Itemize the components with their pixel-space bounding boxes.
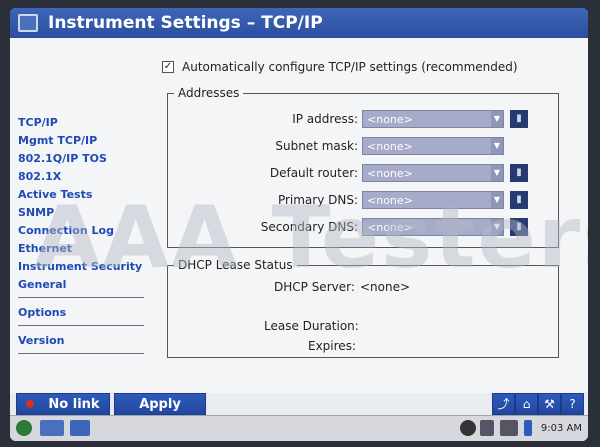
subnet-mask-select[interactable]: <none> ▼ bbox=[362, 137, 504, 155]
nav-item-connection-log[interactable]: Connection Log bbox=[18, 222, 148, 240]
secondary-dns-select[interactable]: <none> ▼ bbox=[362, 218, 504, 236]
window-switch-icon[interactable] bbox=[70, 420, 90, 436]
nav-item-mgmt-tcpip[interactable]: Mgmt TCP/IP bbox=[18, 132, 148, 150]
chevron-down-icon[interactable]: ▼ bbox=[491, 219, 503, 235]
dhcp-lease-group: DHCP Lease Status DHCP Server: <none> Le… bbox=[167, 258, 559, 358]
ip-address-select[interactable]: <none> ▼ bbox=[362, 110, 504, 128]
ip-address-value: <none> bbox=[367, 112, 413, 126]
secondary-dns-value: <none> bbox=[367, 220, 413, 234]
secondary-dns-row: Secondary DNS: <none> ▼ ▮ bbox=[238, 218, 528, 236]
bottom-bar: No link Apply ⤴ ⌂ ⚒ ? bbox=[10, 393, 588, 415]
speaker-icon[interactable] bbox=[500, 420, 518, 436]
home-icon[interactable]: ⌂ bbox=[515, 393, 538, 415]
taskbar: 9:03 AM bbox=[10, 415, 588, 441]
nav-item-snmp[interactable]: SNMP bbox=[18, 204, 148, 222]
nav-item-8021q-ip-tos[interactable]: 802.1Q/IP TOS bbox=[18, 150, 148, 168]
nav-item-ethernet[interactable]: Ethernet bbox=[18, 240, 148, 258]
nav-item-options[interactable]: Options bbox=[18, 304, 148, 322]
dhcp-server-value: <none> bbox=[360, 280, 411, 294]
nav-divider bbox=[18, 297, 144, 298]
chevron-down-icon[interactable]: ▼ bbox=[491, 165, 503, 181]
title-bar: Instrument Settings – TCP/IP bbox=[10, 8, 588, 38]
nav-item-tcpip[interactable]: TCP/IP bbox=[18, 114, 148, 132]
auto-configure-row[interactable]: ✓ Automatically configure TCP/IP setting… bbox=[162, 60, 518, 74]
chevron-down-icon[interactable]: ▼ bbox=[491, 192, 503, 208]
primary-dns-select[interactable]: <none> ▼ bbox=[362, 191, 504, 209]
start-icon[interactable] bbox=[16, 420, 32, 436]
primary-dns-label: Primary DNS: bbox=[277, 193, 358, 207]
ip-address-keypad-button[interactable]: ▮ bbox=[510, 110, 528, 128]
window-title: Instrument Settings – TCP/IP bbox=[48, 13, 323, 33]
help-icon[interactable]: ? bbox=[561, 393, 584, 415]
nav-item-general[interactable]: General bbox=[18, 276, 148, 294]
subnet-mask-row: Subnet mask: <none> ▼ bbox=[238, 137, 504, 155]
nav-divider bbox=[18, 353, 144, 354]
default-router-select[interactable]: <none> ▼ bbox=[362, 164, 504, 182]
primary-dns-row: Primary DNS: <none> ▼ ▮ bbox=[238, 191, 528, 209]
keyboard-icon[interactable] bbox=[40, 420, 64, 436]
window-icon[interactable] bbox=[18, 14, 38, 32]
apply-button[interactable]: Apply bbox=[114, 393, 206, 415]
secondary-dns-label: Secondary DNS: bbox=[260, 220, 358, 234]
link-status-button[interactable]: No link bbox=[16, 393, 110, 415]
apply-label: Apply bbox=[139, 396, 181, 412]
primary-dns-value: <none> bbox=[367, 193, 413, 207]
link-led-icon bbox=[26, 400, 35, 408]
default-router-label: Default router: bbox=[269, 166, 358, 180]
dhcp-lease-legend: DHCP Lease Status bbox=[178, 258, 293, 272]
auto-configure-label: Automatically configure TCP/IP settings … bbox=[182, 60, 518, 74]
nav-item-instrument-security[interactable]: Instrument Security bbox=[18, 258, 148, 276]
primary-dns-keypad-button[interactable]: ▮ bbox=[510, 191, 528, 209]
nav-item-active-tests[interactable]: Active Tests bbox=[18, 186, 148, 204]
ip-address-row: IP address: <none> ▼ ▮ bbox=[238, 110, 528, 128]
chevron-down-icon[interactable]: ▼ bbox=[491, 111, 503, 127]
secondary-dns-keypad-button[interactable]: ▮ bbox=[510, 218, 528, 236]
default-router-value: <none> bbox=[367, 166, 413, 180]
chevron-down-icon[interactable]: ▼ bbox=[491, 138, 503, 154]
battery-icon bbox=[524, 420, 532, 436]
globe-icon[interactable] bbox=[460, 420, 476, 436]
nav-item-version[interactable]: Version bbox=[18, 332, 148, 350]
nav-item-8021x[interactable]: 802.1X bbox=[18, 168, 148, 186]
addresses-legend: Addresses bbox=[178, 86, 240, 100]
addresses-group: Addresses IP address: <none> ▼ ▮ Subnet m… bbox=[167, 86, 559, 248]
subnet-mask-label: Subnet mask: bbox=[275, 139, 358, 153]
link-status-label: No link bbox=[48, 396, 100, 412]
dhcp-server-label: DHCP Server: bbox=[274, 280, 355, 294]
content-area: ✓ Automatically configure TCP/IP setting… bbox=[10, 38, 588, 393]
clock: 9:03 AM bbox=[540, 423, 582, 434]
tools-icon[interactable]: ⚒ bbox=[538, 393, 561, 415]
clipboard-icon[interactable] bbox=[480, 420, 494, 436]
nav-divider bbox=[18, 325, 144, 326]
settings-nav: TCP/IP Mgmt TCP/IP 802.1Q/IP TOS 802.1X … bbox=[18, 114, 148, 360]
default-router-row: Default router: <none> ▼ ▮ bbox=[238, 164, 528, 182]
ip-address-label: IP address: bbox=[292, 112, 358, 126]
screen: Instrument Settings – TCP/IP ✓ Automatic… bbox=[10, 8, 588, 441]
default-router-keypad-button[interactable]: ▮ bbox=[510, 164, 528, 182]
back-icon[interactable]: ⤴ bbox=[492, 393, 515, 415]
auto-configure-checkbox[interactable]: ✓ bbox=[162, 61, 174, 73]
lease-duration-label: Lease Duration: bbox=[264, 319, 359, 333]
subnet-mask-value: <none> bbox=[367, 139, 413, 153]
expires-label: Expires: bbox=[308, 339, 356, 353]
